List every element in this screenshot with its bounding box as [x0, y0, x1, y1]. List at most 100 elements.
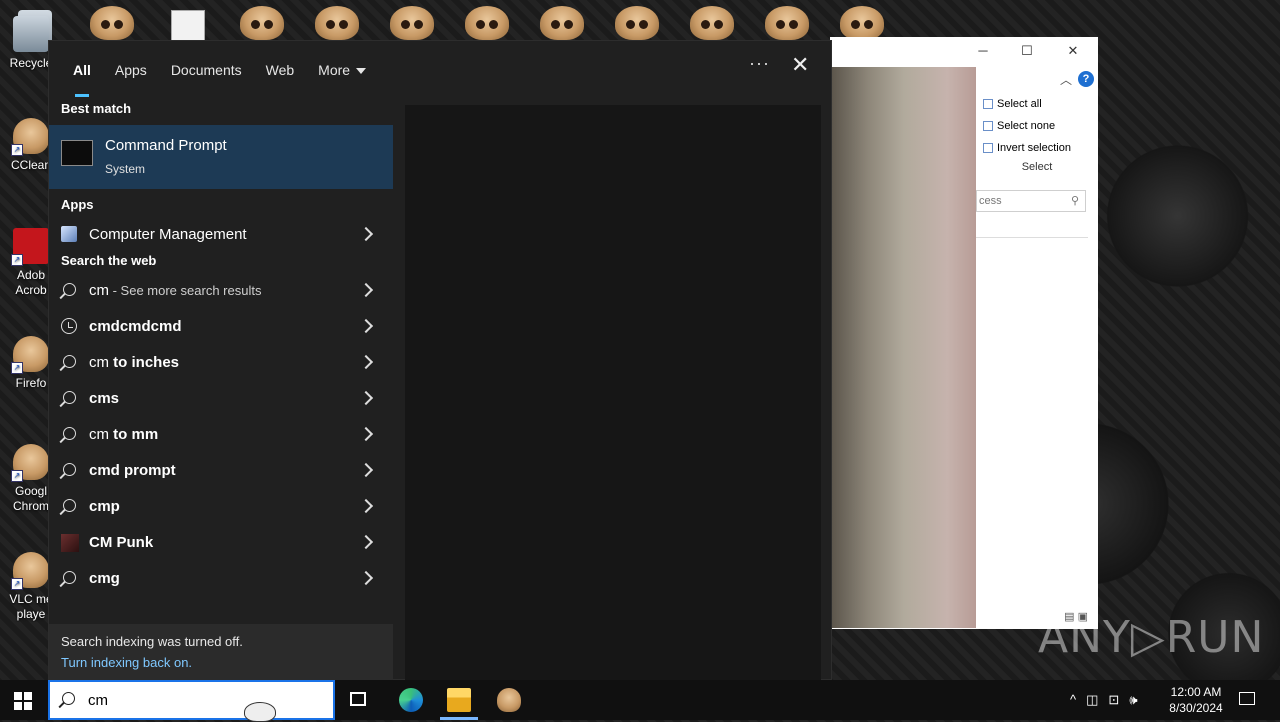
ribbon-group-label: Select — [1021, 161, 1053, 173]
app-result-computer-management[interactable]: Computer Management — [49, 217, 393, 253]
best-match-subtitle: System — [105, 162, 146, 176]
tab-web[interactable]: Web — [254, 55, 307, 85]
desktop-skull-icon[interactable] — [765, 6, 809, 40]
search-placeholder: cess — [979, 195, 1002, 207]
chevron-right-icon[interactable] — [358, 498, 374, 514]
chevron-right-icon[interactable] — [358, 534, 374, 550]
search-icon — [63, 283, 76, 296]
web-result[interactable]: cms — [49, 381, 393, 417]
web-result[interactable]: cm - See more search results — [49, 273, 393, 309]
result-query: cmdcmdcmd — [89, 318, 182, 335]
chevron-down-icon — [356, 68, 367, 75]
chevron-right-icon[interactable] — [358, 226, 374, 242]
chevron-right-icon[interactable] — [358, 282, 374, 298]
result-label: cm - See more search results — [89, 282, 261, 299]
file-explorer-icon[interactable] — [447, 688, 471, 712]
desktop-skull-icon[interactable] — [390, 6, 434, 40]
search-icon — [63, 427, 76, 440]
result-suffix: - See more search results — [109, 283, 262, 298]
chevron-right-icon[interactable] — [358, 462, 374, 478]
chevron-right-icon[interactable] — [358, 318, 374, 334]
close-button[interactable]: ✕ — [1058, 41, 1088, 61]
notification-icon[interactable] — [1239, 692, 1255, 705]
web-result[interactable]: cm to inches — [49, 345, 393, 381]
web-result[interactable]: cm to mm — [49, 417, 393, 453]
search-icon — [63, 391, 76, 404]
result-label: Computer Management — [89, 226, 247, 243]
result-label: cmd prompt — [89, 462, 176, 479]
desktop-skull-icon[interactable] — [240, 6, 284, 40]
command-prompt-icon — [61, 140, 93, 166]
history-icon — [61, 318, 77, 334]
taskbar-search-box[interactable]: cm — [48, 680, 335, 722]
acrobat-icon: ↗ — [11, 228, 49, 266]
turn-indexing-on-link[interactable]: Turn indexing back on. — [61, 655, 192, 670]
best-match-header: Best match — [61, 101, 132, 116]
invert-selection-button[interactable]: Invert selection — [976, 137, 1098, 159]
result-query: cm — [89, 354, 109, 371]
minimize-button[interactable]: ─ — [968, 41, 998, 61]
chevron-up-icon[interactable]: ^ — [1070, 692, 1076, 708]
desktop-image-file-icon[interactable] — [171, 10, 205, 42]
desktop-skull-icon[interactable] — [840, 6, 884, 40]
shield-icon[interactable]: ◫ — [1086, 692, 1098, 708]
desktop-skull-icon[interactable] — [690, 6, 734, 40]
best-match-command-prompt[interactable]: Command Prompt System — [49, 125, 393, 189]
result-label: cm to inches — [89, 354, 179, 371]
skull-app-icon[interactable] — [497, 688, 521, 712]
web-result[interactable]: cmdcmdcmd — [49, 309, 393, 345]
web-result[interactable]: cmg — [49, 561, 393, 597]
chevron-up-icon[interactable]: ︿ — [1060, 71, 1072, 88]
start-button[interactable] — [14, 692, 32, 710]
select-none-label: Select none — [997, 120, 1056, 132]
select-none-button[interactable]: Select none — [976, 115, 1098, 137]
desktop-skull-icon[interactable] — [315, 6, 359, 40]
select-all-button[interactable]: Select all — [976, 93, 1098, 115]
tab-all[interactable]: All — [61, 55, 103, 97]
desktop-skull-icon[interactable] — [90, 6, 134, 40]
shortcut-arrow-icon: ↗ — [11, 470, 23, 482]
search-quick-access-input[interactable]: cess ⚲ — [976, 190, 1086, 212]
search-input[interactable]: cm — [88, 692, 108, 709]
clock[interactable]: 12:00 AM 8/30/2024 — [1166, 684, 1226, 716]
result-query: cms — [89, 390, 120, 407]
edge-icon[interactable] — [399, 688, 423, 712]
tab-apps[interactable]: Apps — [103, 55, 159, 85]
chevron-right-icon[interactable] — [358, 390, 374, 406]
indexing-notice: Search indexing was turned off. Turn ind… — [49, 624, 393, 680]
chevron-right-icon[interactable] — [358, 354, 374, 370]
result-suffix: to inches — [109, 354, 180, 371]
apps-header: Apps — [61, 197, 94, 212]
result-query: cmg — [89, 570, 120, 587]
result-label: cmdcmdcmd — [89, 318, 182, 335]
volume-icon[interactable]: 🕪 — [1129, 692, 1137, 708]
tab-documents[interactable]: Documents — [159, 55, 254, 85]
taskbar: cm ^ ◫ ⊡ 🕪 12:00 AM 8/30/2024 — [0, 680, 1280, 722]
image-preview — [832, 67, 976, 628]
result-query: CM Punk — [89, 534, 154, 551]
chevron-right-icon[interactable] — [358, 426, 374, 442]
best-match-title: Command Prompt — [105, 137, 227, 154]
more-options-button[interactable]: ··· — [749, 53, 770, 74]
search-icon — [63, 499, 76, 512]
tab-more[interactable]: More — [306, 55, 378, 85]
computer-management-icon — [61, 226, 77, 242]
desktop-skull-icon[interactable] — [540, 6, 584, 40]
help-icon[interactable]: ? — [1078, 71, 1094, 87]
search-icon: ⚲ — [1070, 195, 1079, 207]
chevron-right-icon[interactable] — [358, 570, 374, 586]
select-all-label: Select all — [997, 98, 1042, 110]
search-icon — [63, 571, 76, 584]
tab-label: Apps — [114, 62, 147, 78]
explorer-titlebar[interactable]: ─ ☐ ✕ — [830, 37, 1098, 65]
web-result[interactable]: cmd prompt — [49, 453, 393, 489]
close-button[interactable]: ✕ — [791, 53, 809, 77]
file-explorer-window[interactable]: ─ ☐ ✕ ? ︿ Select all Select none Invert … — [830, 37, 1098, 629]
web-result[interactable]: CM Punk — [49, 525, 393, 561]
task-view-icon[interactable] — [350, 692, 366, 706]
web-result[interactable]: cmp — [49, 489, 393, 525]
maximize-button[interactable]: ☐ — [1012, 41, 1042, 61]
desktop-skull-icon[interactable] — [465, 6, 509, 40]
network-icon[interactable]: ⊡ — [1108, 692, 1119, 708]
desktop-skull-icon[interactable] — [615, 6, 659, 40]
